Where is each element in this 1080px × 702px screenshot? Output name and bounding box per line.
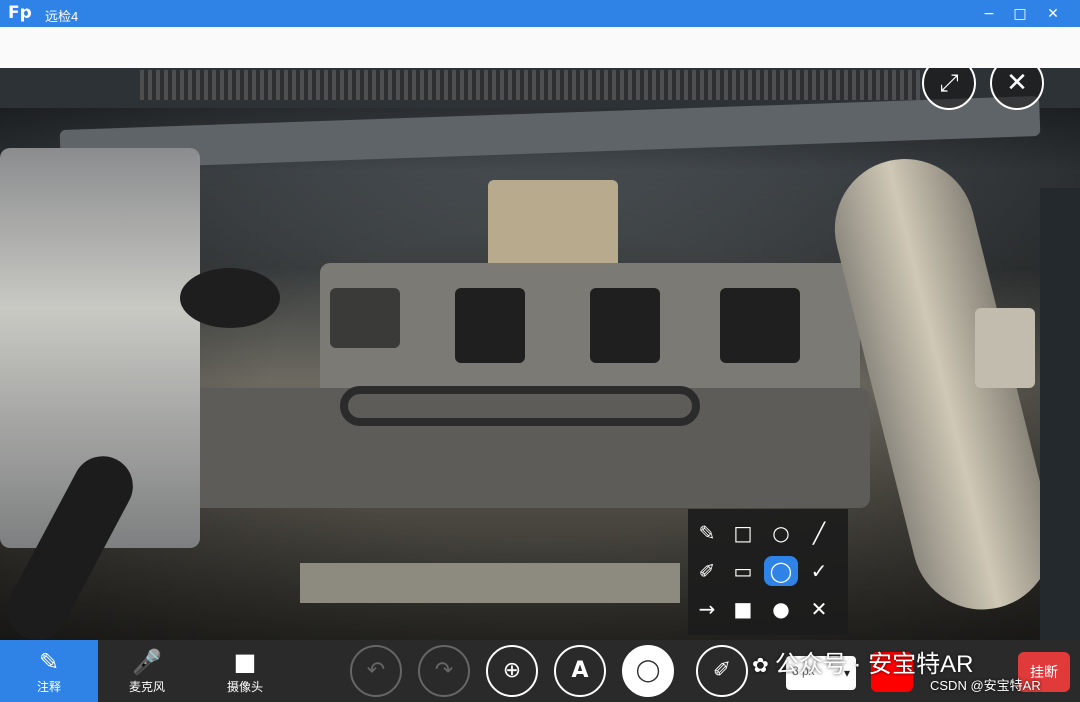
- undo-icon: ↶: [366, 658, 386, 683]
- annotation-palette: ✎ □ ○ ╱ ✐ ▭ ◯ ✓ → ■ ● ✕: [688, 509, 848, 635]
- brush-icon: ✐: [712, 658, 732, 683]
- video-feed[interactable]: ⤢ ✕ ✎ □ ○ ╱ ✐ ▭ ◯ ✓ → ■ ● ✕: [0, 68, 1080, 640]
- text-icon: A: [571, 658, 589, 683]
- pen-icon[interactable]: ✎: [690, 518, 724, 548]
- close-icon: ✕: [1006, 68, 1028, 98]
- fullscreen-icon: ⤢: [939, 69, 959, 97]
- maximize-button[interactable]: □: [1007, 3, 1033, 25]
- window-title: 远检4: [45, 9, 79, 24]
- camera-label: 摄像头: [226, 680, 263, 694]
- cowl-grille: [140, 70, 920, 100]
- annotate-button[interactable]: ✎ 注释: [4, 646, 94, 695]
- watermark: ✿ 公众号 · 安宝特AR: [752, 644, 973, 679]
- undo-button[interactable]: ↶: [350, 645, 402, 697]
- microphone-label: 麦克风: [128, 680, 165, 694]
- csdn-watermark: CSDN @安宝特AR: [930, 678, 1041, 693]
- close-window-button[interactable]: ✕: [1040, 3, 1066, 25]
- microphone-button[interactable]: 🎤 麦克风: [102, 646, 192, 695]
- coolant-reservoir: [488, 180, 618, 270]
- cross-icon[interactable]: ✕: [802, 594, 836, 624]
- annotate-label: 注释: [36, 680, 61, 694]
- camera-button[interactable]: ■ 摄像头: [200, 646, 290, 695]
- filled-rectangle-icon[interactable]: ■: [726, 594, 760, 624]
- brush-tool-button[interactable]: ✐: [696, 645, 748, 697]
- rounded-rectangle-icon[interactable]: ▭: [726, 556, 760, 586]
- header-strip: [0, 27, 1080, 69]
- zoom-button[interactable]: ⊕: [486, 645, 538, 697]
- mount-plate: [975, 308, 1035, 388]
- ignition-coil: [330, 288, 400, 348]
- ignition-coil: [590, 288, 660, 363]
- redo-button[interactable]: ↷: [418, 645, 470, 697]
- oil-cap: [180, 268, 280, 328]
- ellipse-icon: ◯: [635, 658, 661, 683]
- line-icon[interactable]: ╱: [802, 518, 836, 548]
- redo-icon: ↷: [434, 658, 454, 683]
- wechat-icon: ✿: [752, 655, 769, 677]
- ignition-coil: [720, 288, 800, 363]
- wiring-harness: [340, 386, 700, 426]
- title-bar: Fp 远检4 − □ ✕: [0, 0, 1080, 27]
- watermark-main-text: 公众号 · 安宝特AR: [774, 651, 974, 678]
- right-shadow: [1040, 188, 1080, 640]
- minimize-button[interactable]: −: [976, 3, 1002, 25]
- microphone-icon: 🎤: [132, 648, 162, 676]
- highlighter-icon[interactable]: ✐: [690, 556, 724, 586]
- app-logo: Fp: [8, 3, 32, 23]
- annotate-icon: ✎: [38, 648, 60, 676]
- checkmark-icon[interactable]: ✓: [802, 556, 836, 586]
- bracket: [300, 563, 680, 603]
- ignition-coil: [455, 288, 525, 363]
- shape-tool-button[interactable]: ◯: [622, 645, 674, 697]
- arrow-icon[interactable]: →: [690, 594, 724, 624]
- text-tool-button[interactable]: A: [554, 645, 606, 697]
- rectangle-outline-icon[interactable]: □: [726, 518, 760, 548]
- ellipse-outline-icon[interactable]: ○: [764, 518, 798, 548]
- filled-ellipse-icon[interactable]: ●: [764, 594, 798, 624]
- camera-icon: ■: [233, 648, 257, 676]
- ellipse-tool-selected-icon[interactable]: ◯: [764, 556, 798, 586]
- zoom-in-icon: ⊕: [502, 658, 522, 683]
